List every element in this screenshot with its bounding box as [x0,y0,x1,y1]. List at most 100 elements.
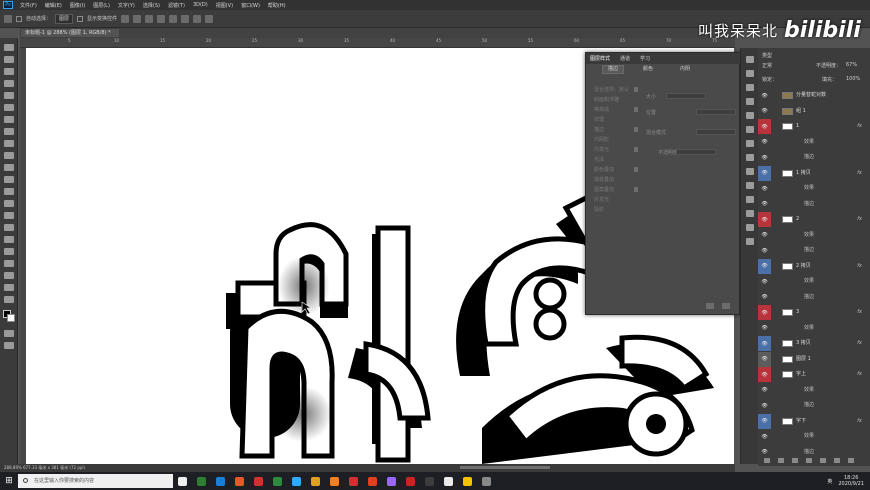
style-item[interactable]: 外发光 [594,196,609,203]
adjustments-panel-icon[interactable] [746,140,754,147]
eye-icon[interactable]: 👁 [758,274,771,289]
menu-select[interactable]: 选择(S) [139,2,164,9]
menu-file[interactable]: 文件(F) [16,2,41,9]
position-field[interactable] [696,109,736,115]
layer-group-row[interactable]: 👁 分量替蛇对数 [758,88,870,103]
layer-effect-row[interactable]: 👁 描边 [758,196,870,212]
layer-effect-row[interactable]: 👁 效果 [758,181,870,196]
eye-icon[interactable]: 👁 [758,336,771,351]
styles-panel-icon[interactable] [746,154,754,161]
background-color-swatch[interactable] [7,314,15,322]
taskbar-app-icon[interactable] [325,472,344,490]
paragraph-panel-icon[interactable] [746,210,754,217]
blend-mode-dropdown[interactable]: 正常 [762,63,772,69]
taskbar-app-icon[interactable] [477,472,496,490]
fx-icon[interactable]: fx [857,166,862,181]
actions-panel-icon[interactable] [746,70,754,77]
swatches-panel-icon[interactable] [746,98,754,105]
layer-effect-row[interactable]: 👁 效果 [758,429,870,444]
style-item[interactable]: 内发光 [594,146,609,153]
align-middle-icon[interactable] [169,14,178,23]
auto-select-dropdown[interactable]: 图层 [55,13,74,24]
eye-icon[interactable]: 👁 [758,367,771,382]
type-tool-icon[interactable] [4,236,14,243]
ime-indicator[interactable]: 英 [827,478,832,485]
layer-effect-row[interactable]: 👁 描边 [758,243,870,258]
taskbar-app-icon[interactable] [287,472,306,490]
eye-icon[interactable]: 👁 [758,305,771,320]
layer-row[interactable]: 👁 2 fx [758,212,870,227]
blend-mode-field[interactable] [696,129,736,135]
quick-mask-icon[interactable] [4,330,14,337]
layer-effect-row[interactable]: 👁 效果 [758,382,870,398]
add-mask-icon[interactable] [792,458,798,463]
move-tool-icon[interactable] [4,44,14,51]
delete-layer-icon[interactable] [848,458,854,463]
layer-effect-row[interactable]: 👁 效果 [758,227,870,243]
clone-stamp-tool-icon[interactable] [4,152,14,159]
style-item[interactable]: 纹理 [594,116,604,123]
eye-icon[interactable]: 👁 [758,258,771,274]
fx-icon[interactable]: fx [857,336,862,351]
history-panel-icon[interactable] [746,56,754,63]
layer-group-row[interactable]: 👁 组 1 [758,103,870,119]
taskbar-app-icon[interactable] [344,472,363,490]
adjustment-layer-icon[interactable] [806,458,812,463]
clock[interactable]: 18:26 2020/9/21 [838,475,864,487]
taskbar-app-icon[interactable] [306,472,325,490]
layer-row[interactable]: 👁 2 拷贝 fx [758,258,870,274]
eye-icon[interactable]: 👁 [758,181,771,196]
eyedropper-tool-icon[interactable] [4,116,14,123]
eye-icon[interactable]: 👁 [758,398,771,413]
pen-tool-icon[interactable] [4,224,14,231]
layer-effect-row[interactable]: 👁 效果 [758,320,870,336]
opacity-field[interactable] [676,149,716,155]
layer-effect-row[interactable]: 👁 描边 [758,289,870,305]
fx-icon[interactable]: fx [857,259,862,274]
path-select-tool-icon[interactable] [4,248,14,255]
menu-help[interactable]: 帮助(H) [264,2,290,9]
layer-row[interactable]: 👁 3 fx [758,305,870,320]
brush-panel-icon[interactable] [746,238,754,245]
menu-image[interactable]: 图像(I) [66,2,89,9]
eye-icon[interactable]: 👁 [758,413,771,429]
style-item[interactable]: 等高线 [594,106,609,113]
fx-icon[interactable]: fx [857,367,862,382]
hand-tool-icon[interactable] [4,272,14,279]
layer-effect-row[interactable]: 👁 描边 [758,150,870,165]
tab-layer-style[interactable]: 图层样式 [590,55,610,62]
menu-edit[interactable]: 编辑(E) [41,2,66,9]
eye-icon[interactable]: 👁 [758,382,771,398]
stroke-button[interactable]: 描边 [602,65,624,74]
eye-icon[interactable]: 👁 [758,196,771,212]
style-item[interactable]: 颜色叠加 [594,166,614,173]
eye-icon[interactable]: 👁 [758,103,771,119]
tab-learn[interactable]: 学习 [640,55,650,62]
eye-icon[interactable]: 👁 [758,320,771,336]
size-field[interactable] [666,93,706,99]
taskbar-app-icon[interactable] [192,472,211,490]
fx-icon[interactable]: fx [857,212,862,227]
layer-row[interactable]: 👁 字上 fx [758,367,870,382]
inner-shadow-button[interactable]: 内阴 [674,65,696,74]
document-tab[interactable]: 未标题-1 @ 288% (图层 1, RGB/8) * [20,28,120,38]
style-item[interactable]: 图案叠加 [594,186,614,193]
taskbar-app-icon[interactable] [458,472,477,490]
menu-3d[interactable]: 3D(D) [189,2,212,8]
quick-select-tool-icon[interactable] [4,80,14,87]
layer-effect-row[interactable]: 👁 描边 [758,398,870,413]
crop-tool-icon[interactable] [4,92,14,99]
lasso-tool-icon[interactable] [4,68,14,75]
glyphs-panel-icon[interactable] [746,196,754,203]
new-group-icon[interactable] [820,458,826,463]
fx-icon[interactable]: fx [857,414,862,429]
filter-kind-dropdown[interactable]: 类型 [762,53,772,59]
eraser-tool-icon[interactable] [4,176,14,183]
layer-row[interactable]: 👁 3 拷贝 fx [758,336,870,351]
taskbar-app-icon[interactable] [420,472,439,490]
auto-select-checkbox[interactable] [16,15,22,22]
more-tools-icon[interactable] [4,296,14,303]
libraries-panel-icon[interactable] [746,112,754,119]
menu-layer[interactable]: 图层(L) [89,2,114,9]
properties-panel-icon[interactable] [746,126,754,133]
